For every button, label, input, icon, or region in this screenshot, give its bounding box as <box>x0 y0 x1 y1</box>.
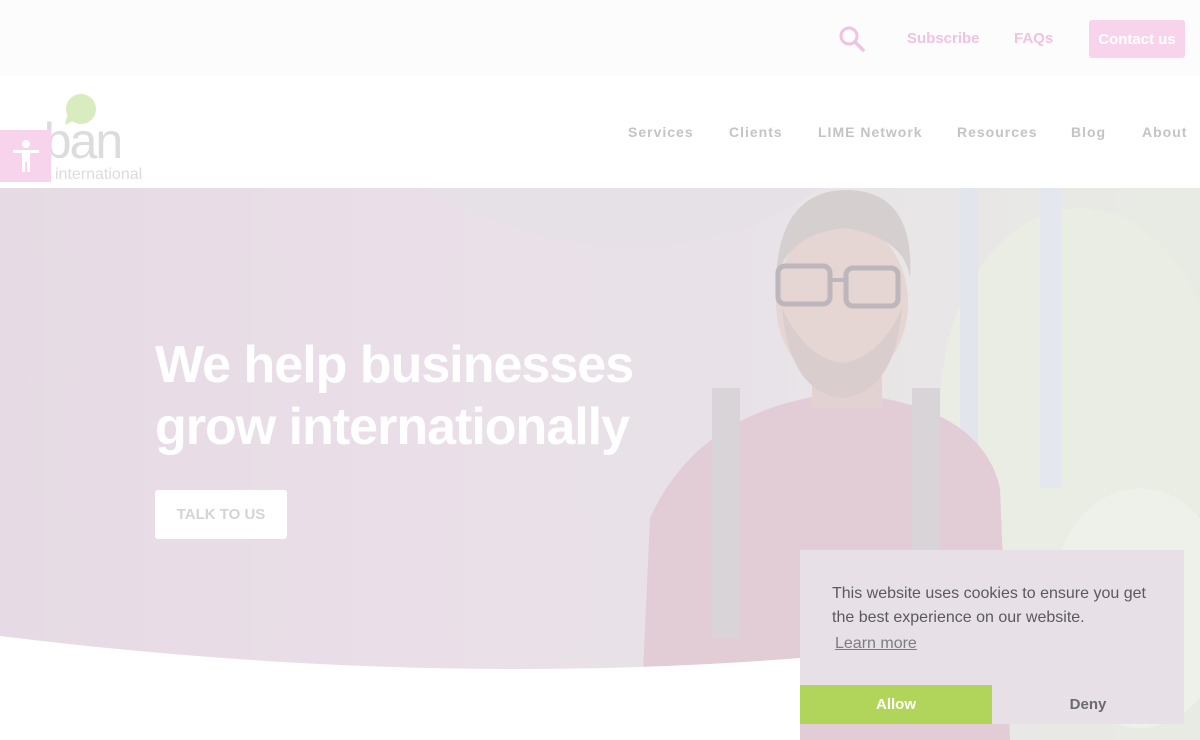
nav-item-lime-network[interactable]: LIME Network <box>818 124 923 140</box>
talk-to-us-button[interactable]: TALK TO US <box>155 490 287 539</box>
cookie-message: This website uses cookies to ensure you … <box>832 585 1146 626</box>
hero-heading: We help businesses grow internationally <box>155 334 675 458</box>
hero-heading-line-2: grow internationally <box>155 398 630 456</box>
search-icon[interactable] <box>838 25 866 53</box>
nav-item-clients[interactable]: Clients <box>729 124 783 140</box>
nav-item-resources[interactable]: Resources <box>957 124 1038 140</box>
logo-subtext: international <box>55 166 143 183</box>
accessibility-person-icon <box>12 140 39 172</box>
allow-cookies-button[interactable]: Allow <box>800 685 992 724</box>
nav-item-about[interactable]: About <box>1142 124 1187 140</box>
subscribe-link[interactable]: Subscribe <box>907 30 980 47</box>
contact-us-button[interactable]: Contact us <box>1089 20 1185 58</box>
deny-cookies-button[interactable]: Deny <box>992 685 1184 724</box>
nav-item-services[interactable]: Services <box>628 124 694 140</box>
top-utility-bar: Subscribe FAQs Contact us <box>0 0 1200 76</box>
accessibility-button[interactable] <box>0 130 51 182</box>
nav-item-blog[interactable]: Blog <box>1071 124 1106 140</box>
main-navigation: aban international Services Clients LIME… <box>0 76 1200 188</box>
cookie-consent-banner: This website uses cookies to ensure you … <box>800 550 1184 724</box>
hero-heading-line-1: We help businesses <box>155 336 634 394</box>
faqs-link[interactable]: FAQs <box>1014 30 1053 47</box>
learn-more-link[interactable]: Learn more <box>835 635 917 653</box>
